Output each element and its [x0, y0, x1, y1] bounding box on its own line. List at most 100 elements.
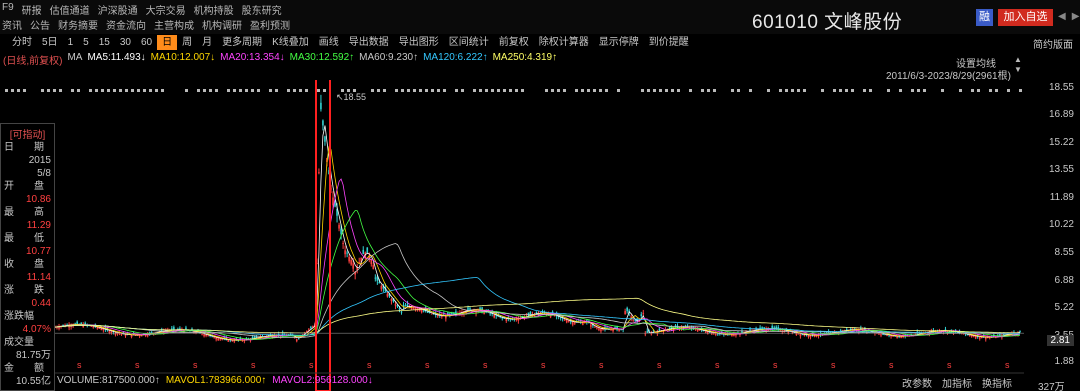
margin-trading-button[interactable]: 融: [976, 9, 993, 26]
toolbar-item-13[interactable]: 导出数据: [344, 35, 394, 50]
toolbar-item-10[interactable]: 更多周期: [217, 35, 267, 50]
candle-body: [536, 312, 538, 314]
event-marker: [161, 89, 164, 92]
info-label-0: 日 期: [1, 141, 54, 154]
info-label-9: 金 额: [1, 362, 54, 375]
event-marker: [407, 89, 410, 92]
candle-body: [973, 336, 975, 337]
ma-legend-item-0: MA: [67, 52, 82, 67]
event-marker: [107, 89, 110, 92]
event-marker: [659, 89, 662, 92]
candle-body: [963, 334, 965, 335]
candle-body: [431, 314, 433, 315]
toolbar-item-2[interactable]: 1: [63, 35, 79, 50]
candle-body: [375, 278, 377, 279]
candle-body: [373, 265, 375, 269]
event-marker: [605, 89, 608, 92]
candle-body: [338, 225, 340, 229]
candle-body: [570, 321, 572, 322]
info-panel[interactable]: [可指动] 日 期 2015 5/8 开 盘 10.86 最 高 11.29 最 低 10.77…: [0, 123, 55, 391]
toolbar-item-14[interactable]: 导出图形: [394, 35, 444, 50]
candle-body: [566, 320, 568, 322]
indicator-button-0[interactable]: 改参数: [902, 375, 932, 390]
event-marker: [515, 89, 518, 92]
scroll-up-icon[interactable]: ▲: [1014, 55, 1022, 64]
candle-body: [886, 335, 888, 336]
nav-link-navrow2-0[interactable]: 资讯: [2, 17, 22, 32]
event-marker: [821, 89, 824, 92]
info-label-6: 涨 跌: [1, 284, 54, 297]
toolbar-item-7[interactable]: 日: [157, 35, 177, 50]
event-marker: [185, 89, 188, 92]
candle-body: [594, 327, 596, 328]
candle-body: [489, 313, 491, 314]
nav-row-1: F9 研报 估值通道 沪深股通 大宗交易 机构持股 股东研究: [2, 2, 282, 17]
event-marker: [377, 89, 380, 92]
toolbar-item-19[interactable]: 到价提醒: [644, 35, 694, 50]
event-marker: [887, 89, 890, 92]
indicator-button-2[interactable]: 换指标: [982, 375, 1012, 390]
toolbar-item-0[interactable]: 分时: [7, 35, 37, 50]
candle-body: [640, 314, 642, 316]
toolbar-item-16[interactable]: 前复权: [494, 35, 534, 50]
kline-chart[interactable]: ↖18.55 s s s s s s s s s s s s s s s s s: [0, 80, 1080, 391]
event-marker: [851, 89, 854, 92]
info-value-3: 11.29: [1, 219, 54, 232]
event-marker: [317, 89, 320, 92]
toolbar-item-15[interactable]: 区间统计: [444, 35, 494, 50]
toolbar-item-4[interactable]: 15: [94, 35, 115, 50]
nav-link-navrow2-5[interactable]: 机构调研: [202, 17, 242, 32]
event-marker: [1019, 89, 1022, 92]
toolbar-item-11[interactable]: K线叠加: [267, 35, 314, 50]
nav-link-navrow1-6[interactable]: 股东研究: [242, 2, 282, 17]
candle-body: [207, 335, 209, 336]
indicator-button-1[interactable]: 加指标: [942, 375, 972, 390]
nav-link-navrow1-5[interactable]: 机构持股: [194, 2, 234, 17]
nav-link-navrow1-2[interactable]: 估值通道: [50, 2, 90, 17]
event-marker: [593, 89, 596, 92]
toolbar-item-5[interactable]: 30: [115, 35, 136, 50]
candle-body: [493, 315, 495, 318]
candle-body: [979, 337, 981, 339]
event-marker: [197, 89, 200, 92]
nav-link-navrow2-2[interactable]: 财务摘要: [58, 17, 98, 32]
event-marker: [923, 89, 926, 92]
nav-link-navrow2-3[interactable]: 资金流向: [106, 17, 146, 32]
nav-link-navrow1-0[interactable]: F9: [2, 2, 14, 17]
toolbar-item-12[interactable]: 画线: [314, 35, 344, 50]
toolbar-item-8[interactable]: 周: [177, 35, 197, 50]
nav-link-navrow2-1[interactable]: 公告: [30, 17, 50, 32]
nav-link-navrow1-4[interactable]: 大宗交易: [146, 2, 186, 17]
dividend-marker: s: [77, 360, 82, 370]
dividend-marker: s: [947, 360, 952, 370]
event-marker: [425, 89, 428, 92]
toolbar-item-1[interactable]: 5日: [37, 35, 63, 50]
nav-link-navrow2-4[interactable]: 主营构成: [154, 17, 194, 32]
candle-body: [201, 334, 203, 335]
nav-link-navrow1-1[interactable]: 研报: [22, 2, 42, 17]
ma-legend-item-4: MA30:12.592↑: [290, 52, 355, 67]
toolbar-item-18[interactable]: 显示停牌: [594, 35, 644, 50]
toolbar-item-6[interactable]: 60: [136, 35, 157, 50]
candle-body: [119, 333, 121, 334]
event-marker: [491, 89, 494, 92]
candle-body: [699, 330, 701, 331]
toolbar-item-17[interactable]: 除权计算器: [534, 35, 594, 50]
event-marker: [689, 89, 692, 92]
candle-body: [505, 319, 507, 321]
event-marker: [305, 89, 308, 92]
candle-body: [800, 334, 802, 336]
event-marker: [257, 89, 260, 92]
price-tick: 6.88: [1055, 275, 1074, 286]
nav-link-navrow1-3[interactable]: 沪深股通: [98, 2, 138, 17]
price-tick: 1.88: [1055, 356, 1074, 367]
candle-body: [310, 327, 312, 328]
event-marker: [209, 89, 212, 92]
candle-body: [590, 324, 592, 326]
info-value-6: 0.44: [1, 297, 54, 310]
toolbar-item-9[interactable]: 月: [197, 35, 217, 50]
toolbar-item-3[interactable]: 5: [78, 35, 94, 50]
candle-body: [205, 335, 207, 336]
scroll-down-icon[interactable]: ▼: [1014, 65, 1022, 74]
nav-link-navrow2-6[interactable]: 盈利预测: [250, 17, 290, 32]
